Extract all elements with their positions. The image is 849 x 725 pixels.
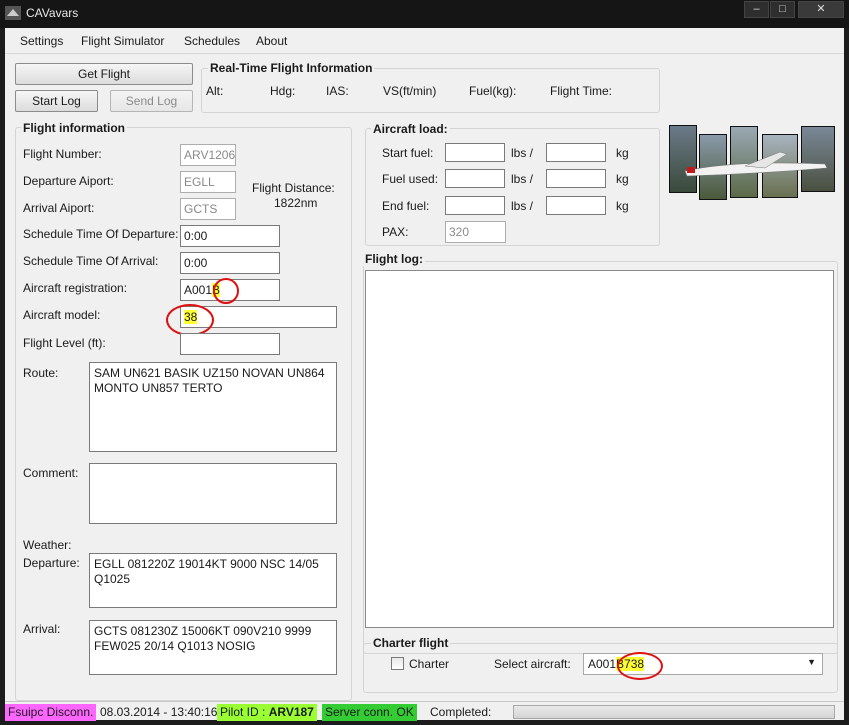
weather-label: Weather: bbox=[23, 538, 72, 552]
start-fuel-kg-field[interactable] bbox=[546, 143, 606, 162]
window-title: CAVavars bbox=[26, 6, 79, 20]
completed-label: Completed: bbox=[430, 705, 492, 719]
std-label: Schedule Time Of Departure: bbox=[23, 227, 179, 241]
fuel-used-kg-field[interactable] bbox=[546, 169, 606, 188]
arrival-airport-field[interactable]: GCTS bbox=[180, 198, 236, 220]
lbs-unit: lbs / bbox=[511, 146, 534, 160]
weather-departure-label: Departure: bbox=[23, 556, 80, 570]
menu-settings[interactable]: Settings bbox=[20, 34, 63, 48]
app-window: CAVavars – □ ✕ Settings Flight Simulator… bbox=[0, 0, 849, 725]
alt-label: Alt: bbox=[206, 84, 224, 98]
maximize-button[interactable]: □ bbox=[770, 1, 795, 18]
sta-field[interactable]: 0:00 bbox=[180, 252, 280, 274]
status-bar: Fsuipc Disconn. 08.03.2014 - 13:40:16 Pi… bbox=[5, 701, 844, 721]
charter-title: Charter flight bbox=[371, 636, 451, 650]
departure-airport-label: Departure Aiport: bbox=[23, 174, 114, 188]
aircraft-model-label: Aircraft model: bbox=[23, 308, 101, 322]
start-fuel-label: Start fuel: bbox=[382, 146, 434, 160]
std-field[interactable]: 0:00 bbox=[180, 225, 280, 247]
flight-level-field[interactable] bbox=[180, 333, 280, 355]
end-fuel-label: End fuel: bbox=[382, 199, 430, 213]
vs-label: VS(ft/min) bbox=[383, 84, 437, 98]
kg-unit: kg bbox=[616, 172, 629, 186]
ias-label: IAS: bbox=[326, 84, 349, 98]
pilot-id-value: ARV187 bbox=[268, 705, 314, 719]
start-fuel-lbs-field[interactable] bbox=[445, 143, 505, 162]
route-field[interactable]: SAM UN621 BASIK UZ150 NOVAN UN864 MONTO … bbox=[89, 362, 337, 452]
charter-checkbox[interactable] bbox=[391, 657, 404, 670]
menu-bar: Settings Flight Simulator Schedules Abou… bbox=[5, 28, 844, 54]
registration-label: Aircraft registration: bbox=[23, 281, 128, 295]
start-log-button[interactable]: Start Log bbox=[15, 90, 98, 112]
weather-arrival-label: Arrival: bbox=[23, 622, 61, 636]
red-circle-annotation bbox=[213, 278, 239, 304]
flight-number-field[interactable]: ARV1206 bbox=[180, 144, 236, 166]
fuel-used-lbs-field[interactable] bbox=[445, 169, 505, 188]
aircraft-select-prefix: A001 bbox=[588, 657, 617, 671]
menu-about[interactable]: About bbox=[256, 34, 287, 48]
registration-prefix: A001 bbox=[184, 283, 213, 297]
flight-level-label: Flight Level (ft): bbox=[23, 336, 106, 350]
flight-info-title: Flight information bbox=[21, 121, 127, 135]
red-circle-annotation bbox=[166, 304, 214, 336]
flight-number-label: Flight Number: bbox=[23, 147, 102, 161]
pilot-id-status: Pilot ID : ARV187 bbox=[217, 704, 317, 721]
end-fuel-kg-field[interactable] bbox=[546, 196, 606, 215]
departure-airport-field[interactable]: EGLL bbox=[180, 171, 236, 193]
datetime-status: 08.03.2014 - 13:40:16 bbox=[100, 705, 218, 719]
flight-log-title: Flight log: bbox=[363, 252, 425, 266]
pilot-id-label: Pilot ID : bbox=[220, 705, 266, 719]
title-bar[interactable]: CAVavars – □ ✕ bbox=[0, 0, 849, 28]
completion-progress-bar bbox=[513, 705, 835, 719]
flight-distance-value: 1822nm bbox=[274, 196, 318, 210]
close-button[interactable]: ✕ bbox=[798, 1, 844, 18]
menu-schedules[interactable]: Schedules bbox=[184, 34, 240, 48]
route-label: Route: bbox=[23, 366, 59, 380]
server-status: Server conn. OK bbox=[322, 704, 417, 721]
charter-checkbox-label: Charter bbox=[409, 657, 450, 671]
minimize-button[interactable]: – bbox=[744, 1, 769, 18]
fuel-used-label: Fuel used: bbox=[382, 172, 439, 186]
kg-unit: kg bbox=[616, 146, 629, 160]
hdg-label: Hdg: bbox=[270, 84, 296, 98]
select-aircraft-label: Select aircraft: bbox=[494, 657, 571, 671]
app-icon bbox=[5, 6, 21, 20]
arrival-airport-label: Arrival Aiport: bbox=[23, 201, 95, 215]
comment-field[interactable] bbox=[89, 463, 337, 524]
pax-field[interactable]: 320 bbox=[445, 221, 506, 243]
client-area: Settings Flight Simulator Schedules Abou… bbox=[5, 28, 844, 721]
weather-departure-field[interactable]: EGLL 081220Z 19014KT 9000 NSC 14/05 Q102… bbox=[89, 553, 337, 608]
kg-unit: kg bbox=[616, 199, 629, 213]
flight-time-label: Flight Time: bbox=[550, 84, 613, 98]
send-log-button[interactable]: Send Log bbox=[110, 90, 193, 112]
comment-label: Comment: bbox=[23, 466, 79, 480]
end-fuel-lbs-field[interactable] bbox=[445, 196, 505, 215]
fsuipc-status: Fsuipc Disconn. bbox=[5, 704, 97, 721]
lbs-unit: lbs / bbox=[511, 199, 534, 213]
sta-label: Schedule Time Of Arrival: bbox=[23, 254, 159, 268]
flight-log-textarea[interactable] bbox=[365, 270, 834, 628]
lbs-unit: lbs / bbox=[511, 172, 534, 186]
fuel-label: Fuel(kg): bbox=[469, 84, 517, 98]
chevron-down-icon[interactable]: ▼ bbox=[807, 657, 816, 667]
red-circle-annotation bbox=[617, 652, 663, 680]
menu-flight-simulator[interactable]: Flight Simulator bbox=[81, 34, 164, 48]
aircraft-load-title: Aircraft load: bbox=[371, 122, 450, 136]
realtime-info-title: Real-Time Flight Information bbox=[208, 61, 375, 75]
pax-label: PAX: bbox=[382, 225, 409, 239]
weather-arrival-field[interactable]: GCTS 081230Z 15006KT 090V210 9999 FEW025… bbox=[89, 620, 337, 675]
flight-distance-label: Flight Distance: bbox=[252, 181, 335, 195]
get-flight-button[interactable]: Get Flight bbox=[15, 63, 193, 85]
airplane-icon bbox=[684, 151, 828, 177]
